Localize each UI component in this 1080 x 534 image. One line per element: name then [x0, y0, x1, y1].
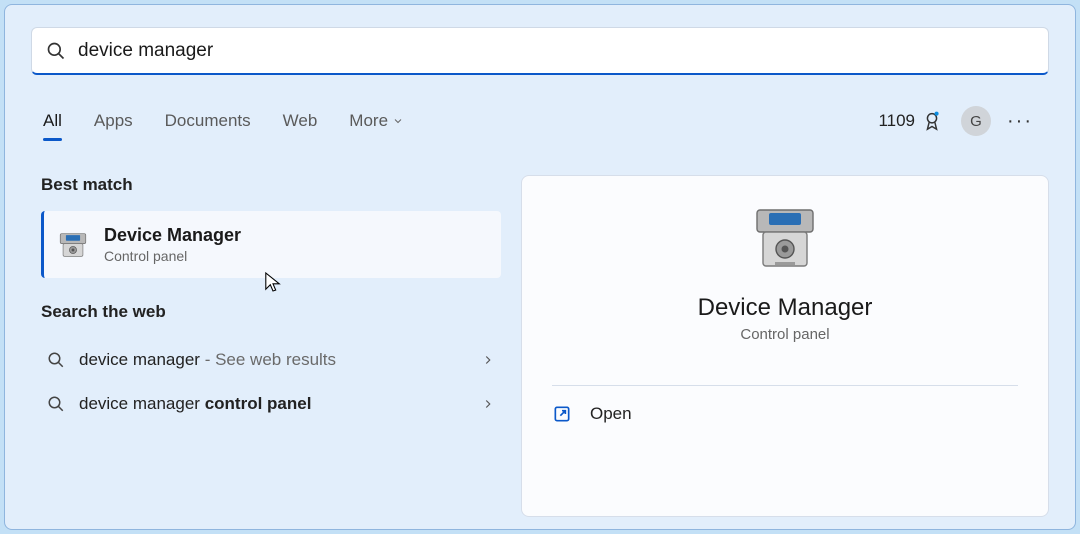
web-result-text: device manager: [79, 350, 200, 369]
device-manager-icon: [56, 228, 90, 262]
web-result-0[interactable]: device manager - See web results: [41, 338, 501, 382]
chevron-down-icon: [392, 115, 404, 127]
filter-tabs: All Apps Documents Web More 1109 G ···: [31, 103, 1049, 139]
detail-panel: Device Manager Control panel Open: [521, 175, 1049, 517]
open-external-icon: [552, 404, 572, 424]
tab-more[interactable]: More: [349, 111, 404, 131]
search-icon: [47, 395, 65, 413]
detail-subtitle: Control panel: [740, 326, 829, 343]
search-input[interactable]: [78, 40, 1034, 62]
web-result-text: device manager: [79, 394, 205, 413]
overflow-menu-button[interactable]: ···: [1003, 110, 1037, 133]
search-bar[interactable]: [31, 27, 1049, 75]
web-result-1[interactable]: device manager control panel: [41, 382, 501, 426]
cursor-icon: [264, 271, 282, 293]
web-result-bold: control panel: [205, 394, 312, 413]
rewards-medal-icon: [921, 110, 943, 132]
results-area: Best match Device Manager Control panel: [31, 175, 1049, 517]
open-label: Open: [590, 404, 632, 424]
user-avatar[interactable]: G: [961, 106, 991, 136]
search-icon: [46, 41, 66, 61]
tab-apps[interactable]: Apps: [94, 111, 133, 131]
open-action[interactable]: Open: [552, 386, 1018, 442]
device-manager-large-icon: [745, 206, 825, 276]
results-list: Best match Device Manager Control panel: [31, 175, 501, 517]
tab-documents[interactable]: Documents: [165, 111, 251, 131]
search-icon: [47, 351, 65, 369]
search-window: All Apps Documents Web More 1109 G ··· B…: [4, 4, 1076, 530]
tab-web[interactable]: Web: [283, 111, 318, 131]
best-match-text: Device Manager Control panel: [104, 225, 241, 264]
avatar-initial: G: [970, 113, 982, 130]
chevron-right-icon: [481, 353, 495, 367]
best-match-result[interactable]: Device Manager Control panel: [41, 211, 501, 278]
points-value: 1109: [878, 111, 915, 131]
tab-more-label: More: [349, 111, 388, 131]
best-match-title: Device Manager: [104, 225, 241, 246]
rewards-points[interactable]: 1109: [878, 110, 943, 132]
best-match-header: Best match: [41, 175, 501, 195]
detail-title: Device Manager: [698, 294, 873, 322]
chevron-right-icon: [481, 397, 495, 411]
search-web-header: Search the web: [41, 302, 501, 322]
web-result-suffix: - See web results: [200, 350, 336, 369]
best-match-subtitle: Control panel: [104, 248, 241, 264]
tab-all[interactable]: All: [43, 111, 62, 131]
